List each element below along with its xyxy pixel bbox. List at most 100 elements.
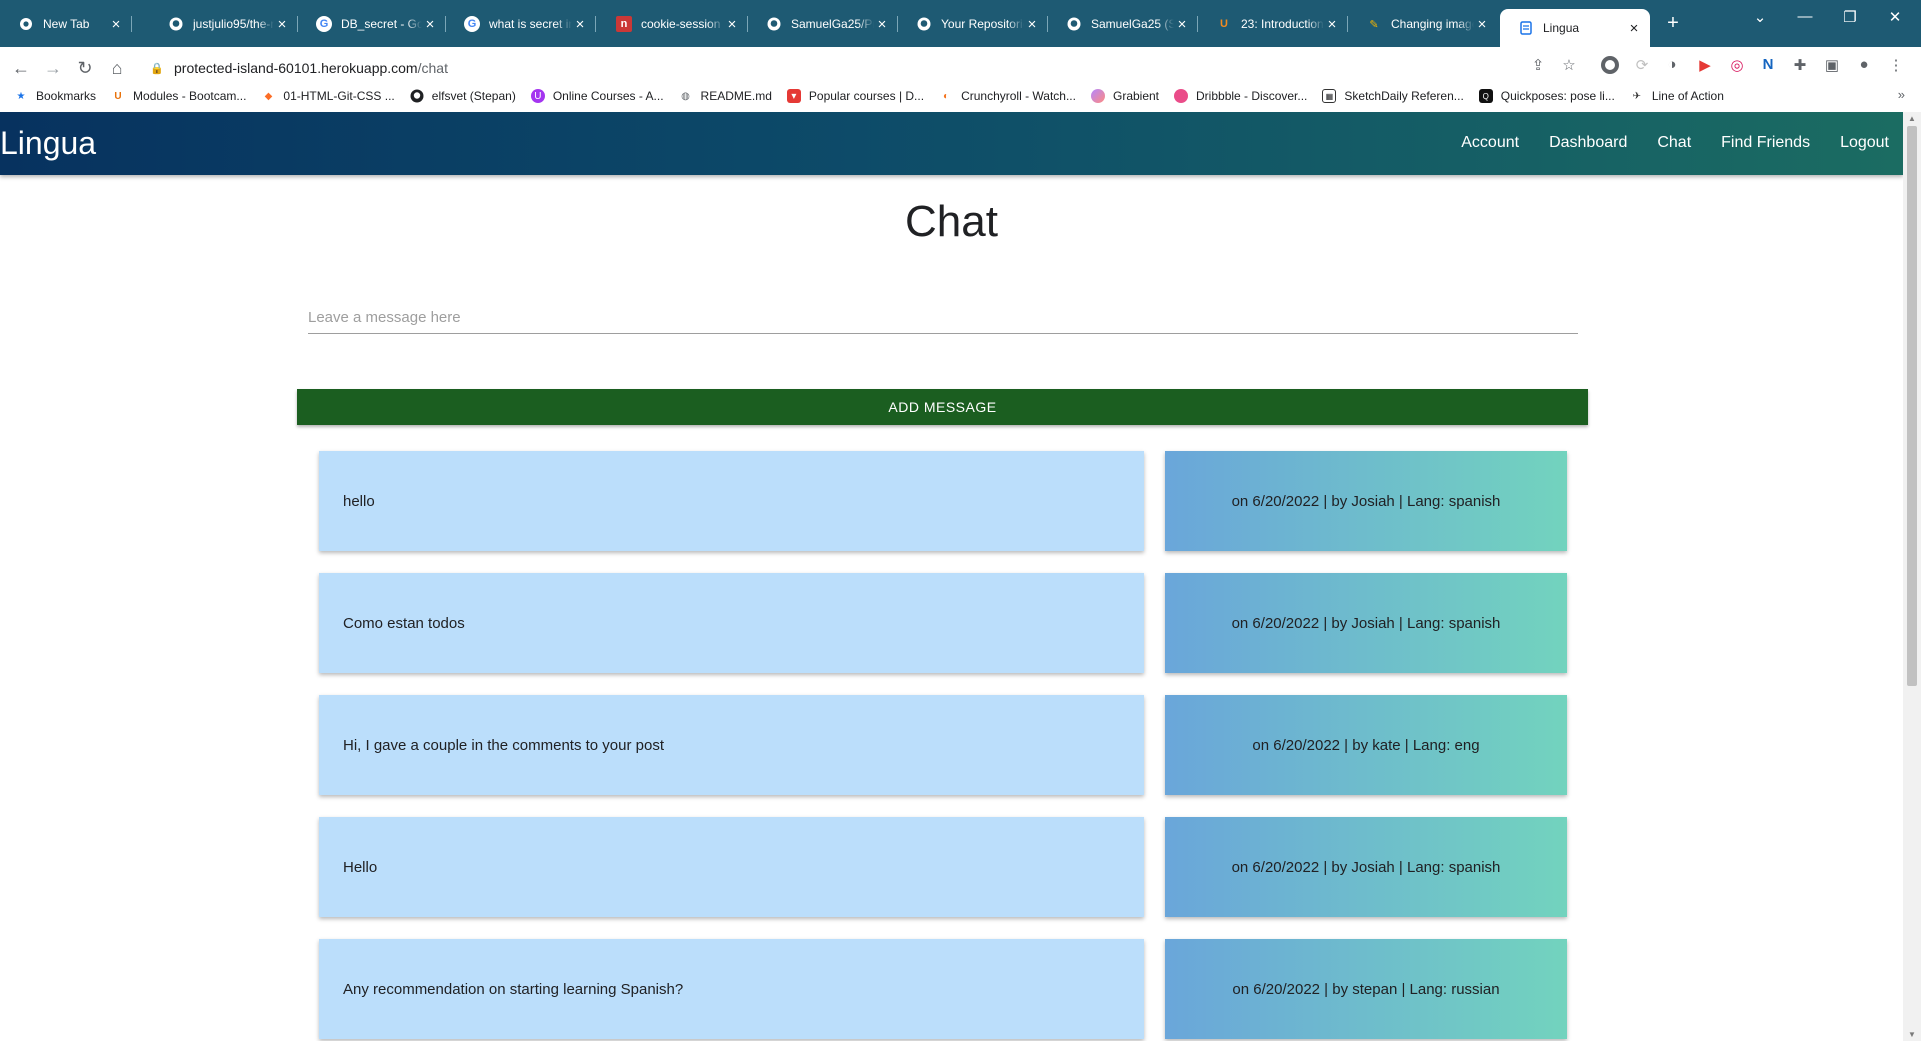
crunchyroll-icon: ◐ — [943, 90, 950, 102]
menu-dots-icon[interactable]: ⋮ — [1885, 56, 1907, 74]
app-navbar: Lingua Account Dashboard Chat Find Frien… — [0, 112, 1903, 175]
tab-bootcamp[interactable]: U 23: Introduction × — [1198, 9, 1348, 39]
dribbble-icon — [1174, 89, 1189, 103]
github-icon — [168, 16, 184, 32]
close-icon[interactable]: × — [1474, 16, 1490, 33]
close-icon[interactable]: × — [108, 16, 124, 33]
bookmark-item[interactable]: ◍ README.md — [679, 89, 772, 103]
message-meta: on 6/20/2022 | by kate | Lang: eng — [1165, 695, 1567, 795]
close-icon[interactable]: × — [724, 16, 740, 33]
bookmarks-bar: ★ Bookmarks U Modules - Bootcam... ◆ 01-HTM… — [0, 80, 1921, 112]
bookmark-item[interactable]: Grabient — [1090, 89, 1159, 103]
tab-github-1[interactable]: justjulio95/the-r × — [150, 9, 298, 39]
brand-logo[interactable]: Lingua — [0, 125, 96, 162]
puzzle-icon[interactable]: ✚ — [1789, 56, 1811, 74]
bookmarks-overflow-icon[interactable]: » — [1898, 87, 1905, 102]
tab-github-3[interactable]: Your Repositorie × — [898, 9, 1048, 39]
tab-github-2[interactable]: SamuelGa25/Pr × — [748, 9, 898, 39]
close-icon[interactable]: × — [1024, 16, 1040, 33]
nav-logout[interactable]: Logout — [1840, 134, 1889, 152]
tab-google-2[interactable]: G what is secret in × — [446, 9, 596, 39]
nav-links: Account Dashboard Chat Find Friends Logo… — [1431, 134, 1889, 152]
home-icon[interactable]: ⌂ — [105, 56, 129, 80]
sync-icon[interactable]: ⟳ — [1631, 56, 1653, 74]
message-text: Hello — [319, 817, 1144, 917]
web-page: Lingua Account Dashboard Chat Find Frien… — [0, 112, 1903, 1041]
reload-icon[interactable]: ↻ — [73, 56, 97, 80]
bookmark-item[interactable]: ◆ 01-HTML-Git-CSS ... — [261, 89, 395, 103]
url-text[interactable]: protected-island-60101.herokuapp.com/cha… — [174, 60, 448, 76]
nav-dashboard[interactable]: Dashboard — [1549, 134, 1627, 152]
bookmark-item[interactable]: ▦ SketchDaily Referen... — [1322, 89, 1464, 103]
bookmark-item[interactable]: Q Quickposes: pose li... — [1478, 89, 1615, 103]
bookmark-item[interactable]: ★ Bookmarks — [14, 89, 97, 103]
message-row: Hello on 6/20/2022 | by Josiah | Lang: s… — [319, 817, 1567, 939]
avatar[interactable]: ● — [1853, 56, 1875, 73]
close-icon[interactable]: × — [572, 16, 588, 33]
bookmark-item[interactable]: Dribbble - Discover... — [1174, 89, 1307, 103]
close-icon[interactable]: × — [1174, 16, 1190, 33]
message-text: Any recommendation on starting learning … — [319, 939, 1144, 1039]
nav-chat[interactable]: Chat — [1657, 134, 1691, 152]
tab-new-tab[interactable]: New Tab × — [0, 9, 132, 39]
tab-npm[interactable]: n cookie-session - × — [598, 9, 748, 39]
address-bar[interactable]: 🔒 protected-island-60101.herokuapp.com/c… — [140, 53, 1580, 83]
bootcamp-icon: U — [1220, 18, 1228, 30]
google-icon: G — [316, 16, 332, 32]
github-icon — [766, 16, 782, 32]
bookmark-item[interactable]: U Online Courses - A... — [530, 89, 664, 103]
window-close-button[interactable]: ✕ — [1875, 8, 1915, 26]
page-scrollbar[interactable]: ▲ ▼ — [1903, 112, 1921, 1041]
message-meta: on 6/20/2022 | by Josiah | Lang: spanish — [1165, 573, 1567, 673]
bookmark-item[interactable]: ✈ Line of Action — [1630, 89, 1724, 103]
tab-github-4[interactable]: SamuelGa25 (Sa × — [1048, 9, 1198, 39]
close-icon[interactable]: × — [1324, 16, 1340, 33]
nav-account[interactable]: Account — [1461, 134, 1519, 152]
close-icon[interactable]: × — [422, 16, 438, 33]
bookmark-item[interactable]: ▾ Popular courses | D... — [786, 89, 924, 103]
close-icon[interactable]: × — [874, 16, 890, 33]
quickposes-icon: Q — [1478, 89, 1493, 103]
pencil-icon: ✎ — [1369, 18, 1379, 31]
grabient-icon — [1090, 89, 1105, 103]
forward-arrow-icon[interactable]: → — [41, 56, 65, 80]
message-row: Any recommendation on starting learning … — [319, 939, 1567, 1041]
bookmark-item[interactable]: U Modules - Bootcam... — [111, 89, 246, 103]
close-icon[interactable]: × — [274, 16, 290, 33]
sketchdaily-icon: ▦ — [1322, 89, 1337, 103]
message-row: Hi, I gave a couple in the comments to y… — [319, 695, 1567, 817]
scrollbar-thumb[interactable] — [1907, 126, 1917, 686]
add-message-button[interactable]: ADD MESSAGE — [297, 389, 1588, 425]
minimize-button[interactable]: — — [1785, 8, 1825, 25]
bookmark-item[interactable]: ◐ Crunchyroll - Watch... — [939, 89, 1076, 103]
extension-icon-2[interactable]: ◑ — [1661, 56, 1683, 73]
n-extension-icon[interactable]: N — [1757, 56, 1779, 73]
bookmark-star-icon[interactable]: ☆ — [1558, 56, 1580, 74]
close-icon[interactable]: × — [1626, 20, 1642, 37]
message-input[interactable] — [308, 302, 1578, 334]
scroll-down-icon[interactable]: ▼ — [1907, 1030, 1917, 1039]
back-arrow-icon[interactable]: ← — [9, 56, 33, 80]
tab-lingua[interactable]: Lingua × — [1500, 9, 1650, 47]
chrome-icon — [18, 16, 34, 32]
new-tab-button[interactable]: + — [1662, 12, 1684, 34]
tab-google-1[interactable]: G DB_secret - Goo × — [298, 9, 446, 39]
lock-icon: 🔒 — [150, 62, 164, 75]
tab-changing-image[interactable]: ✎ Changing image × — [1348, 9, 1498, 39]
npm-icon: n — [616, 16, 632, 32]
message-list: hello on 6/20/2022 | by Josiah | Lang: s… — [319, 451, 1567, 1041]
tab-search-icon[interactable]: ⌄ — [1740, 8, 1780, 26]
message-row: hello on 6/20/2022 | by Josiah | Lang: s… — [319, 451, 1567, 573]
record-icon[interactable]: ▶ — [1694, 56, 1716, 74]
nav-find-friends[interactable]: Find Friends — [1721, 134, 1810, 152]
message-meta: on 6/20/2022 | by Josiah | Lang: spanish — [1165, 451, 1567, 551]
side-panel-icon[interactable]: ▣ — [1821, 56, 1843, 74]
page-icon — [1518, 20, 1534, 36]
restore-button[interactable]: ❐ — [1830, 8, 1870, 26]
extension-icon[interactable] — [1599, 55, 1621, 79]
scroll-up-icon[interactable]: ▲ — [1907, 114, 1917, 123]
page-title: Chat — [905, 197, 998, 246]
instagram-icon[interactable]: ◎ — [1726, 56, 1748, 74]
bookmark-item[interactable]: elfsvet (Stepan) — [410, 89, 516, 103]
share-icon[interactable]: ⇪ — [1527, 56, 1549, 74]
